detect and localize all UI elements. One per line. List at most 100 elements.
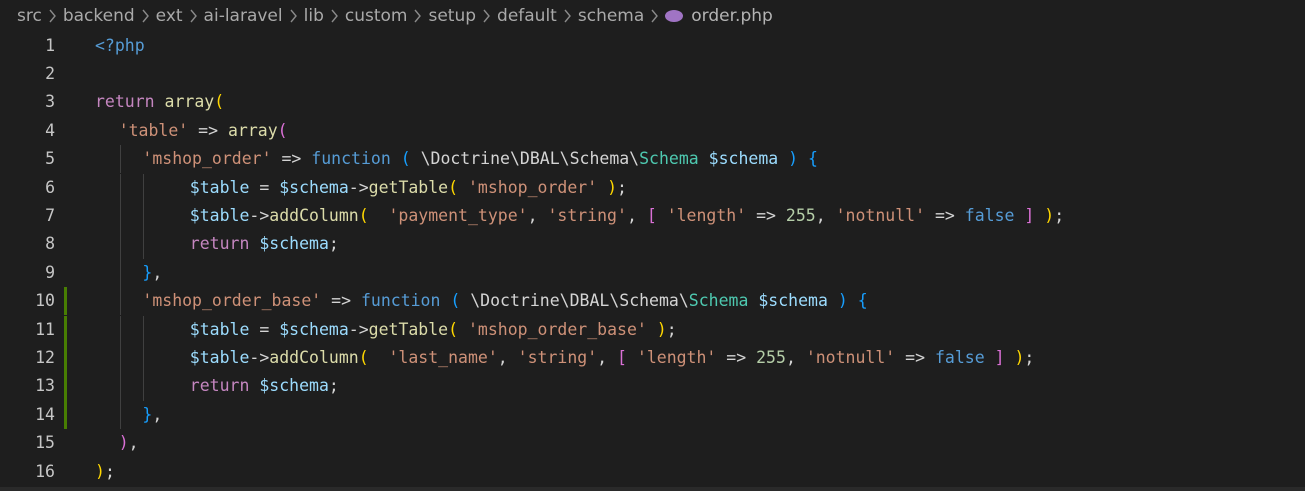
code-editor[interactable]: 1 <?php 2 3 return array(4'table' => array(5…	[0, 31, 1305, 491]
code-token: false	[934, 347, 985, 367]
modified-line-indicator[interactable]	[64, 372, 67, 401]
chevron-right-icon	[189, 9, 198, 23]
code-content: );	[95, 458, 115, 486]
code-line[interactable]: 9},	[0, 258, 1305, 288]
code-line[interactable]: 3 return array(	[0, 88, 1305, 116]
code-token: (	[358, 347, 369, 367]
code-line[interactable]: 15),	[0, 429, 1305, 457]
code-token: }	[142, 262, 153, 282]
code-token: array	[164, 92, 215, 112]
line-number: 4	[45, 120, 55, 140]
line-number: 8	[45, 234, 55, 254]
code-line[interactable]: 13 return $schema;	[0, 372, 1305, 401]
code-line[interactable]: 5 'mshop_order' => function ( \Doctrine\D…	[0, 145, 1305, 174]
code-token: [	[617, 347, 627, 367]
code-token: $table	[189, 177, 250, 197]
code-token: 'length'	[666, 205, 747, 225]
code-content: 'mshop_order_base' => function ( \Doctri…	[142, 287, 867, 315]
code-token: $schema	[279, 177, 349, 197]
code-token: Schema	[688, 291, 749, 311]
code-content: $table = $schema->getTable( 'mshop_order…	[190, 174, 627, 202]
code-token: ->	[249, 347, 270, 367]
indent-guide	[119, 145, 121, 174]
code-token: )	[1014, 347, 1025, 367]
breadcrumb-item[interactable]: lib	[304, 6, 324, 26]
code-line[interactable]: 4 'table' => array(	[0, 117, 1305, 145]
code-token: =>	[925, 205, 965, 225]
breadcrumb-item[interactable]: src	[17, 6, 42, 26]
code-line[interactable]: 16);	[0, 458, 1305, 486]
horizontal-scrollbar[interactable]	[0, 487, 1305, 491]
code-token: (	[277, 120, 288, 140]
indent-guide	[119, 173, 121, 202]
line-number: 1	[45, 35, 55, 55]
breadcrumb-file-name[interactable]: order.php	[691, 6, 773, 26]
breadcrumb-item[interactable]: setup	[428, 6, 476, 26]
chevron-right-icon	[141, 9, 150, 23]
modified-line-indicator[interactable]	[64, 343, 67, 373]
code-token: Schema	[639, 149, 699, 169]
modified-line-indicator[interactable]	[64, 400, 67, 430]
line-number: 9	[45, 262, 55, 282]
breadcrumb-item[interactable]: default	[497, 6, 557, 26]
code-content: $table->addColumn( 'last_name', 'string'…	[190, 344, 1035, 372]
code-token: (	[400, 149, 411, 169]
code-token: ,	[626, 205, 647, 225]
line-number: 12	[35, 347, 55, 367]
code-line[interactable]: 7 $table->addColumn( 'payment_type', 'str…	[0, 201, 1305, 231]
code-token: <?php	[95, 35, 145, 55]
code-token: ;	[328, 234, 339, 254]
code-token: )	[1044, 205, 1055, 225]
breadcrumb-item[interactable]: custom	[345, 6, 408, 26]
code-line[interactable]: 12 $table->addColumn( 'last_name', 'strin…	[0, 343, 1305, 373]
code-line[interactable]: 8 return $schema;	[0, 230, 1305, 259]
code-token: ,	[597, 347, 618, 367]
code-content: 'mshop_order' => function ( \Doctrine\DB…	[142, 145, 818, 173]
code-token: 'payment_type'	[388, 205, 528, 225]
code-token: ->	[348, 319, 369, 339]
code-token: ,	[527, 205, 548, 225]
code-line[interactable]: 1 <?php	[0, 32, 1305, 60]
code-line[interactable]: 6 $table = $schema->getTable( 'mshop_orde…	[0, 173, 1305, 202]
code-line[interactable]: 11 $table = $schema->getTable( 'mshop_ord…	[0, 315, 1305, 344]
indent-guide	[143, 343, 145, 373]
breadcrumb-item[interactable]: schema	[578, 6, 644, 26]
code-content: ),	[119, 429, 139, 457]
indent-guide	[119, 372, 121, 401]
code-token: \Doctrine\DBAL\Schema\	[460, 291, 689, 311]
php-elephant-icon	[665, 9, 684, 22]
code-token: $schema	[259, 376, 329, 396]
code-line[interactable]: 2	[0, 60, 1305, 88]
breadcrumb-item[interactable]: ai-laravel	[204, 6, 283, 26]
code-token: 'mshop_order_base'	[468, 319, 647, 339]
code-token: 255	[785, 205, 816, 225]
modified-line-indicator[interactable]	[64, 287, 67, 316]
indent-guide	[143, 201, 145, 231]
indent-guide	[119, 258, 121, 288]
code-token: {	[857, 291, 868, 311]
code-token: array	[227, 120, 278, 140]
code-content: $table = $schema->getTable( 'mshop_order…	[190, 316, 677, 344]
code-line[interactable]: 10 'mshop_order_base' => function ( \Doct…	[0, 287, 1305, 316]
code-line[interactable]: 14},	[0, 400, 1305, 430]
chevron-right-icon	[48, 9, 57, 23]
indent-guide	[119, 343, 121, 373]
code-token: ;	[104, 461, 115, 481]
breadcrumb-item[interactable]: backend	[63, 6, 135, 26]
line-number: 15	[35, 433, 55, 453]
breadcrumb-item[interactable]: ext	[156, 6, 183, 26]
code-token: 'mshop_order_base'	[142, 291, 322, 311]
code-token: return	[95, 92, 155, 112]
modified-line-indicator[interactable]	[64, 315, 67, 344]
indent-guide	[143, 173, 145, 202]
